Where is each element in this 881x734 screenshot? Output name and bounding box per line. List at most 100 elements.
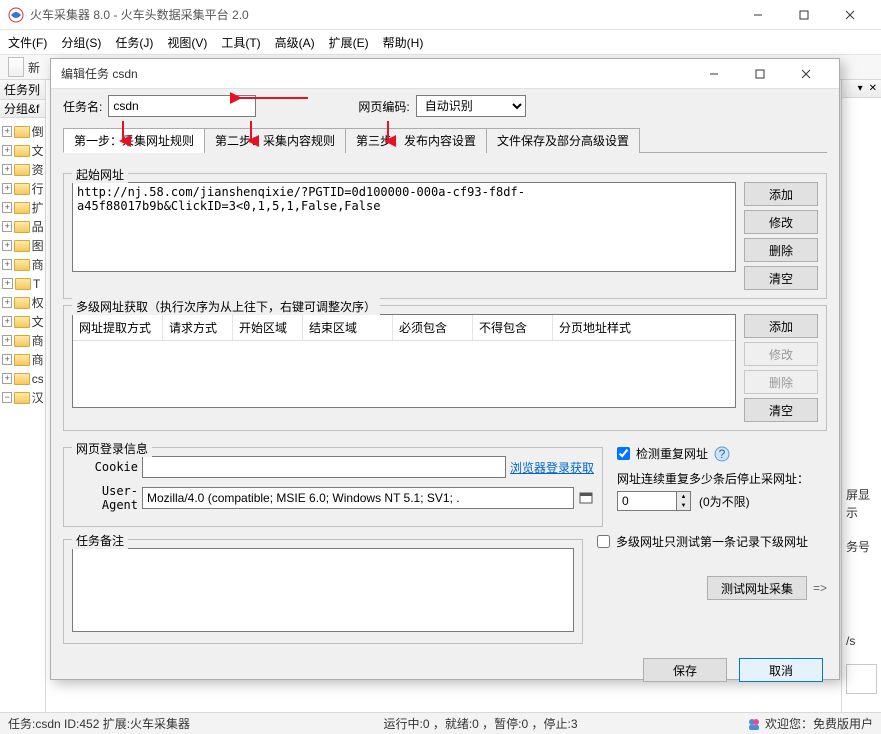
ua-picker-icon[interactable] xyxy=(578,490,594,506)
encoding-select[interactable]: 自动识别 xyxy=(416,95,526,117)
tree-row[interactable]: +T xyxy=(2,274,43,293)
tree-row[interactable]: +cs xyxy=(2,369,43,388)
cookie-label: Cookie xyxy=(72,460,138,474)
tree-collapse-icon[interactable]: − xyxy=(2,392,12,403)
tab-publish[interactable]: 第三步：发布内容设置 xyxy=(345,128,487,153)
menu-help[interactable]: 帮助(H) xyxy=(383,34,424,51)
tree-expand-icon[interactable]: + xyxy=(2,240,12,251)
start-url-add-button[interactable]: 添加 xyxy=(744,182,818,206)
start-url-del-button[interactable]: 删除 xyxy=(744,238,818,262)
tree-expand-icon[interactable]: + xyxy=(2,259,12,270)
pin-icon[interactable]: ▾ xyxy=(858,83,863,94)
tree-row[interactable]: +图 xyxy=(2,236,43,255)
stop-count-spinner[interactable]: ▲▼ xyxy=(617,491,691,511)
grid-col-5[interactable]: 不得包含 xyxy=(473,315,553,340)
taskname-input[interactable] xyxy=(108,95,256,117)
status-task: 任务:csdn ID:452 扩展:火车采集器 xyxy=(8,715,190,732)
tree-expand-icon[interactable]: + xyxy=(2,202,12,213)
cookie-input[interactable] xyxy=(142,456,506,478)
multi-url-legend: 多级网址获取（执行次序为从上往下，右键可调整次序） xyxy=(72,298,380,315)
multi-url-grid[interactable]: 网址提取方式 请求方式 开始区域 结束区域 必须包含 不得包含 分页地址样式 xyxy=(72,314,736,408)
new-doc-label: 新 xyxy=(28,59,40,76)
multi-only-checkbox[interactable] xyxy=(597,535,610,548)
tree-row[interactable]: +倒 xyxy=(2,122,43,141)
multi-url-clr-button[interactable]: 清空 xyxy=(744,398,818,422)
tree-expand-icon[interactable]: + xyxy=(2,145,12,156)
grid-col-1[interactable]: 请求方式 xyxy=(163,315,233,340)
menu-view[interactable]: 视图(V) xyxy=(167,34,207,51)
tree-expand-icon[interactable]: + xyxy=(2,183,12,194)
stop-count-input[interactable] xyxy=(617,491,677,511)
login-legend: 网页登录信息 xyxy=(72,440,152,457)
browser-login-link[interactable]: 浏览器登录获取 xyxy=(510,459,594,476)
detect-dup-label: 检测重复网址 xyxy=(636,445,708,462)
tree-row[interactable]: −汉 xyxy=(2,388,43,407)
new-doc-icon[interactable] xyxy=(8,57,24,77)
tree-row[interactable]: +扩 xyxy=(2,198,43,217)
grid-col-2[interactable]: 开始区域 xyxy=(233,315,303,340)
menu-group[interactable]: 分组(S) xyxy=(61,34,101,51)
start-url-mod-button[interactable]: 修改 xyxy=(744,210,818,234)
main-minimize-button[interactable] xyxy=(735,0,781,30)
dialog-title: 编辑任务 csdn xyxy=(61,65,691,82)
tree-expand-icon[interactable]: + xyxy=(2,278,13,289)
dialog-minimize-button[interactable] xyxy=(691,59,737,89)
start-url-clr-button[interactable]: 清空 xyxy=(744,266,818,290)
ua-input[interactable] xyxy=(142,487,574,509)
menu-advanced[interactable]: 高级(A) xyxy=(275,34,315,51)
folder-icon xyxy=(14,297,29,309)
tree-row[interactable]: +品 xyxy=(2,217,43,236)
menu-tools[interactable]: 工具(T) xyxy=(221,34,260,51)
multi-url-add-button[interactable]: 添加 xyxy=(744,314,818,338)
grid-col-6[interactable]: 分页地址样式 xyxy=(553,315,735,340)
test-url-button[interactable]: 测试网址采集 xyxy=(707,576,807,600)
main-close-button[interactable] xyxy=(827,0,873,30)
tree-expand-icon[interactable]: + xyxy=(2,297,12,308)
dialog-close-button[interactable] xyxy=(783,59,829,89)
tree-row[interactable]: +商 xyxy=(2,350,43,369)
detect-dup-checkbox[interactable] xyxy=(617,447,630,460)
dialog-maximize-button[interactable] xyxy=(737,59,783,89)
spin-up-icon[interactable]: ▲ xyxy=(677,492,690,501)
tree-row[interactable]: +商 xyxy=(2,331,43,350)
spin-down-icon[interactable]: ▼ xyxy=(677,501,690,510)
menu-extensions[interactable]: 扩展(E) xyxy=(329,34,369,51)
folder-icon xyxy=(14,373,29,385)
tree-row[interactable]: +权 xyxy=(2,293,43,312)
menubar: 文件(F) 分组(S) 任务(J) 视图(V) 工具(T) 高级(A) 扩展(E… xyxy=(0,30,881,54)
help-icon[interactable]: ? xyxy=(714,446,730,462)
cancel-button[interactable]: 取消 xyxy=(739,658,823,682)
tree-expand-icon[interactable]: + xyxy=(2,316,12,327)
folder-icon xyxy=(14,126,29,138)
grid-col-0[interactable]: 网址提取方式 xyxy=(73,315,163,340)
main-maximize-button[interactable] xyxy=(781,0,827,30)
tree-expand-icon[interactable]: + xyxy=(2,221,12,232)
grid-col-4[interactable]: 必须包含 xyxy=(393,315,473,340)
svg-text:?: ? xyxy=(719,447,726,461)
save-button[interactable]: 保存 xyxy=(643,658,727,682)
tree-expand-icon[interactable]: + xyxy=(2,373,12,384)
menu-file[interactable]: 文件(F) xyxy=(8,34,47,51)
tree-row[interactable]: +商 xyxy=(2,255,43,274)
grid-col-3[interactable]: 结束区域 xyxy=(303,315,393,340)
tree-expand-icon[interactable]: + xyxy=(2,354,12,365)
tab-content-rules[interactable]: 第二步：采集内容规则 xyxy=(204,128,346,153)
tab-url-rules[interactable]: 第一步：采集网址规则 xyxy=(63,128,205,153)
tree-expand-icon[interactable]: + xyxy=(2,335,12,346)
tree-expand-icon[interactable]: + xyxy=(2,164,12,175)
sidebar-group-filter[interactable]: 分组&f xyxy=(0,100,45,118)
multi-url-mod-button: 修改 xyxy=(744,342,818,366)
tree-expand-icon[interactable]: + xyxy=(2,126,12,137)
tree-row[interactable]: +资 xyxy=(2,160,43,179)
menu-task[interactable]: 任务(J) xyxy=(115,34,153,51)
remark-textarea[interactable] xyxy=(72,548,574,632)
dock-close-icon[interactable]: ✕ xyxy=(869,83,877,94)
tab-advanced[interactable]: 文件保存及部分高级设置 xyxy=(486,128,640,153)
tree-row[interactable]: +行 xyxy=(2,179,43,198)
tree-row[interactable]: +文 xyxy=(2,312,43,331)
start-url-list[interactable]: http://nj.58.com/jianshenqixie/?PGTID=0d… xyxy=(72,182,736,272)
sidebar-tab-tasks[interactable]: 任务列 xyxy=(0,80,45,100)
folder-icon xyxy=(14,145,29,157)
tree-row[interactable]: +文 xyxy=(2,141,43,160)
sidebar: 任务列 分组&f +倒 +文 +资 +行 +扩 +品 +图 +商 +T +权 +… xyxy=(0,80,46,712)
